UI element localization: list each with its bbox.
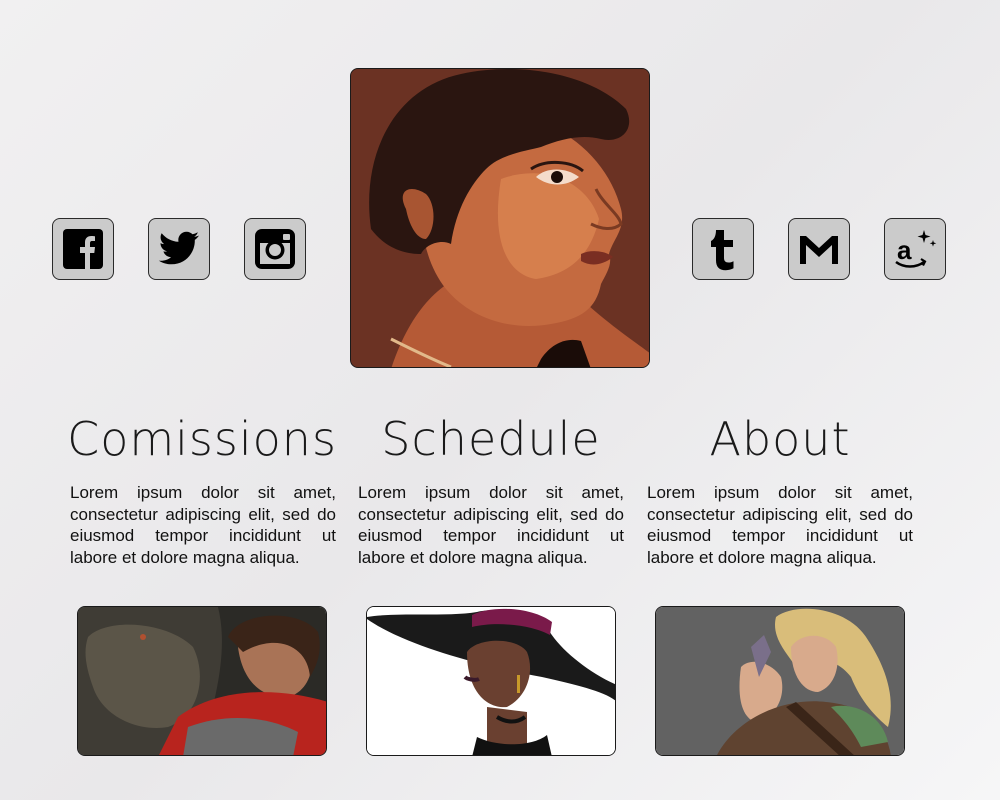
facebook-icon — [63, 229, 103, 269]
gmail-icon — [800, 236, 838, 264]
profile-portrait-image — [350, 68, 650, 368]
schedule-text: Lorem ipsum dolor sit amet, consectetur … — [358, 483, 624, 567]
tumblr-button[interactable] — [692, 218, 754, 280]
schedule-title[interactable]: Schedule — [346, 412, 636, 466]
facebook-button[interactable] — [52, 218, 114, 280]
instagram-button[interactable] — [244, 218, 306, 280]
commissions-thumbnail[interactable] — [77, 606, 327, 756]
twitter-icon — [158, 231, 199, 265]
amazon-icon: a — [895, 230, 937, 268]
svg-text:a: a — [897, 235, 912, 265]
about-title[interactable]: About — [635, 412, 925, 466]
about-thumbnail[interactable] — [655, 606, 905, 756]
tumblr-icon — [711, 230, 734, 271]
amazon-button[interactable]: a — [884, 218, 946, 280]
gmail-button[interactable] — [788, 218, 850, 280]
schedule-thumbnail[interactable] — [366, 606, 616, 756]
commissions-title[interactable]: Comissions — [57, 412, 347, 466]
about-text: Lorem ipsum dolor sit amet, consectetur … — [647, 483, 913, 567]
instagram-icon — [255, 229, 295, 269]
twitter-button[interactable] — [148, 218, 210, 280]
commissions-text: Lorem ipsum dolor sit amet, consectetur … — [70, 483, 336, 567]
